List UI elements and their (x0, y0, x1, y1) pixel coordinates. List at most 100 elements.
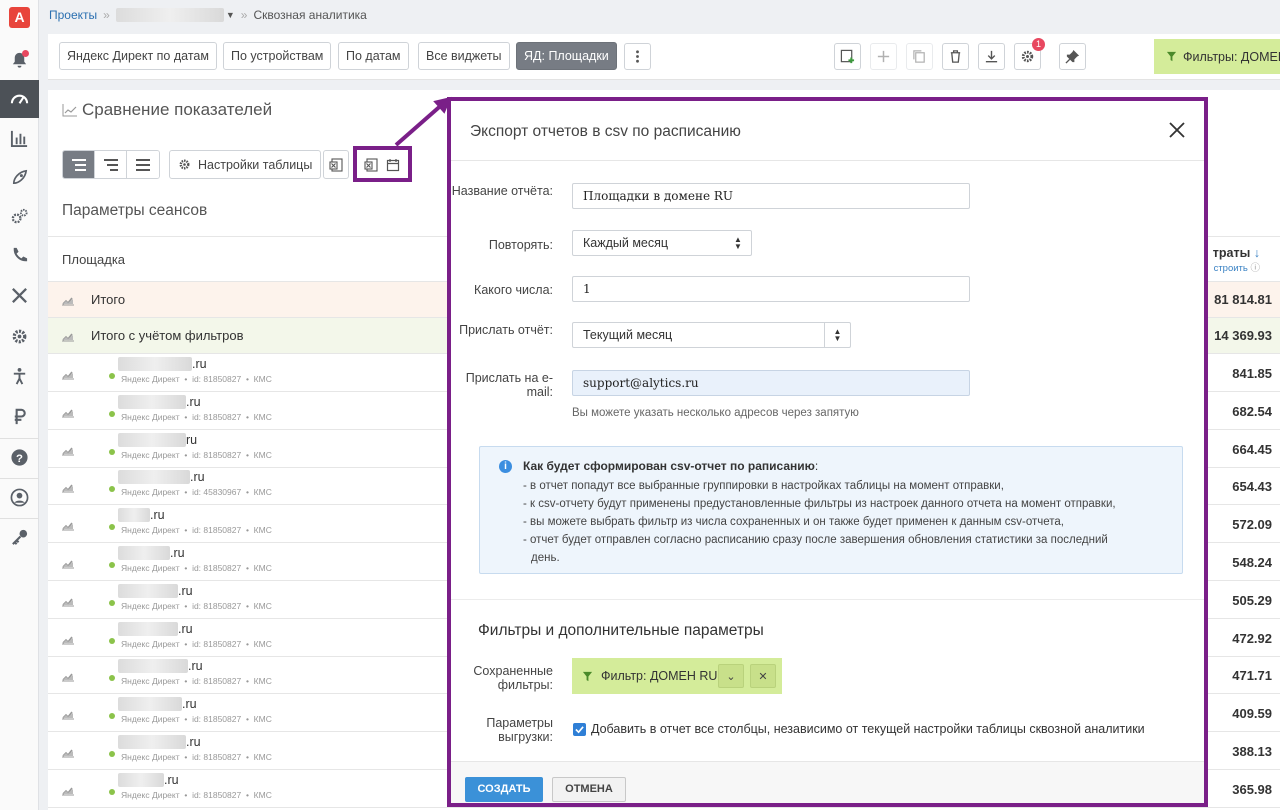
select-arrows-icon: ▲ ▼ (734, 235, 742, 251)
domain: .ru (118, 621, 193, 636)
breadcrumb-projects[interactable]: Проекты (49, 8, 97, 22)
add-button[interactable] (870, 43, 897, 70)
all-columns-label[interactable]: Добавить в отчет все столбцы, независимо… (591, 722, 1145, 736)
status-dot (109, 675, 115, 682)
phone-icon[interactable] (0, 236, 39, 274)
plus-icon (877, 50, 890, 63)
row-meta: Яндекс Директ • id: 81850827 • КМС (121, 449, 272, 460)
delete-button[interactable] (942, 43, 969, 70)
table-settings-button[interactable]: Настройки таблицы (169, 150, 322, 179)
domain-suffix: ru (186, 432, 198, 447)
grouping-toggle (62, 150, 160, 179)
settings-icon[interactable] (0, 317, 39, 355)
chart-row-icon (61, 670, 75, 682)
chart-row-icon (61, 784, 75, 796)
widget-tab-by-dates[interactable]: По датам (338, 42, 409, 70)
rocket-icon[interactable] (0, 158, 39, 196)
row-value: 664.45 (1232, 441, 1272, 457)
info-list: - в отчет попадут все выбранные группиро… (523, 477, 1116, 567)
filtered-total-value: 14 369.93 (1214, 328, 1272, 343)
tools-icon[interactable] (0, 276, 39, 314)
domain-blurred (118, 621, 178, 636)
widget-settings-button[interactable]: 1 (1014, 38, 1045, 70)
all-columns-checkbox[interactable] (573, 723, 586, 736)
copy-button[interactable] (906, 43, 933, 70)
domain: .ru (118, 546, 185, 560)
chart-row-icon (61, 519, 75, 531)
filter-icon (582, 671, 593, 681)
sort-down-icon: ↓ (1253, 246, 1260, 260)
row-value: 365.98 (1232, 781, 1272, 797)
domain-suffix: .ru (182, 697, 197, 712)
app-logo[interactable]: A (9, 7, 30, 28)
email-input[interactable]: support@alytics.ru (572, 370, 970, 396)
widget-tab-yandex-by-dates[interactable]: Яндекс Директ по датам (59, 42, 217, 70)
help-icon[interactable]: ? (0, 438, 39, 476)
row-value: 505.29 (1232, 592, 1272, 608)
repeat-select[interactable]: Каждый месяц ▲ ▼ (572, 230, 752, 256)
chevron-down-icon[interactable]: ▼ (226, 10, 235, 20)
chart-row-icon (61, 368, 75, 380)
column-cost-config[interactable]: строить (1214, 263, 1248, 274)
saved-filter-chip[interactable]: Фильтр: ДОМЕН RU ⌄ ✕ (572, 658, 782, 694)
trash-icon (950, 50, 961, 63)
chart-row-icon (61, 406, 75, 418)
indent-list-icon (103, 158, 118, 171)
remove-filter-icon[interactable]: ✕ (750, 664, 776, 688)
row-value: 841.85 (1232, 366, 1272, 381)
tree-view-button[interactable] (63, 151, 95, 178)
filters-button[interactable]: Фильтры: ДОМЕН RU 3 (1154, 39, 1280, 74)
check-icon (575, 726, 584, 734)
sidebar: A ? (0, 0, 39, 810)
key-icon[interactable] (0, 518, 39, 556)
flat-view-button[interactable] (127, 151, 159, 178)
column-cost-label: траты (1212, 246, 1251, 260)
info-item: - отчет будет отправлен согласно расписа… (523, 534, 1108, 546)
highlight-box (353, 146, 412, 182)
notifications-icon[interactable] (0, 41, 39, 79)
status-dot (109, 751, 115, 757)
day-input[interactable]: 1 (572, 276, 970, 302)
breadcrumb-project-name[interactable] (115, 8, 224, 22)
widget-tab-all-widgets[interactable]: Все виджеты (418, 42, 510, 70)
filters-section-title: Фильтры и дополнительные параметры (478, 622, 764, 639)
row-value: 409.59 (1232, 706, 1272, 722)
ruble-icon[interactable] (0, 397, 39, 435)
widget-tab-by-devices[interactable]: По устройствам (223, 42, 332, 70)
saved-filters-label: Сохраненные фильтры: (473, 664, 553, 692)
export-excel-button[interactable] (323, 150, 349, 179)
widget-tab-yd-platforms[interactable]: ЯД: Площадки (516, 42, 617, 70)
download-button[interactable] (978, 43, 1005, 70)
domain: .ru (118, 357, 207, 371)
bar-chart-icon[interactable] (0, 119, 39, 157)
indent-view-button[interactable] (95, 151, 127, 178)
add-widget-button[interactable] (834, 43, 861, 70)
close-icon[interactable] (1168, 121, 1186, 139)
send-period-select[interactable]: Текущий месяц ▲ ▼ (572, 322, 851, 348)
domain-suffix: .ru (190, 470, 205, 485)
profile-icon[interactable] (0, 478, 39, 516)
create-button[interactable]: СОЗДАТЬ (465, 777, 543, 802)
filtered-total-label: Итого с учётом фильтров (91, 328, 244, 343)
pin-button[interactable] (1059, 43, 1086, 70)
toolbar: Яндекс Директ по датам По устройствам По… (48, 34, 1280, 80)
cancel-button[interactable]: ОТМЕНА (552, 777, 626, 802)
dashboard-icon[interactable] (0, 80, 39, 118)
domain-blurred (118, 583, 178, 598)
column-cost[interactable]: траты ↓ строить ⓘ (1213, 246, 1260, 274)
chevron-down-icon[interactable]: ⌄ (718, 664, 744, 688)
more-menu-button[interactable] (624, 43, 651, 70)
gears-icon[interactable] (0, 197, 39, 235)
info-title: Как будет сформирован csv-отчет по рaпис… (523, 459, 819, 473)
domain-suffix: .ru (170, 546, 185, 560)
status-dot (109, 599, 115, 606)
section-title: Сравнение показателей (82, 100, 273, 119)
row-meta: Яндекс Директ • id: 45830967 • КМС (121, 487, 272, 498)
line-chart-icon (62, 104, 77, 117)
report-name-input[interactable]: Площадки в домене RU (572, 183, 970, 209)
accessibility-icon[interactable] (0, 357, 39, 395)
domain-blurred (118, 772, 164, 787)
chart-row-icon (61, 708, 75, 720)
column-platform[interactable]: Площадка (62, 252, 125, 267)
domain: .ru (118, 470, 205, 485)
